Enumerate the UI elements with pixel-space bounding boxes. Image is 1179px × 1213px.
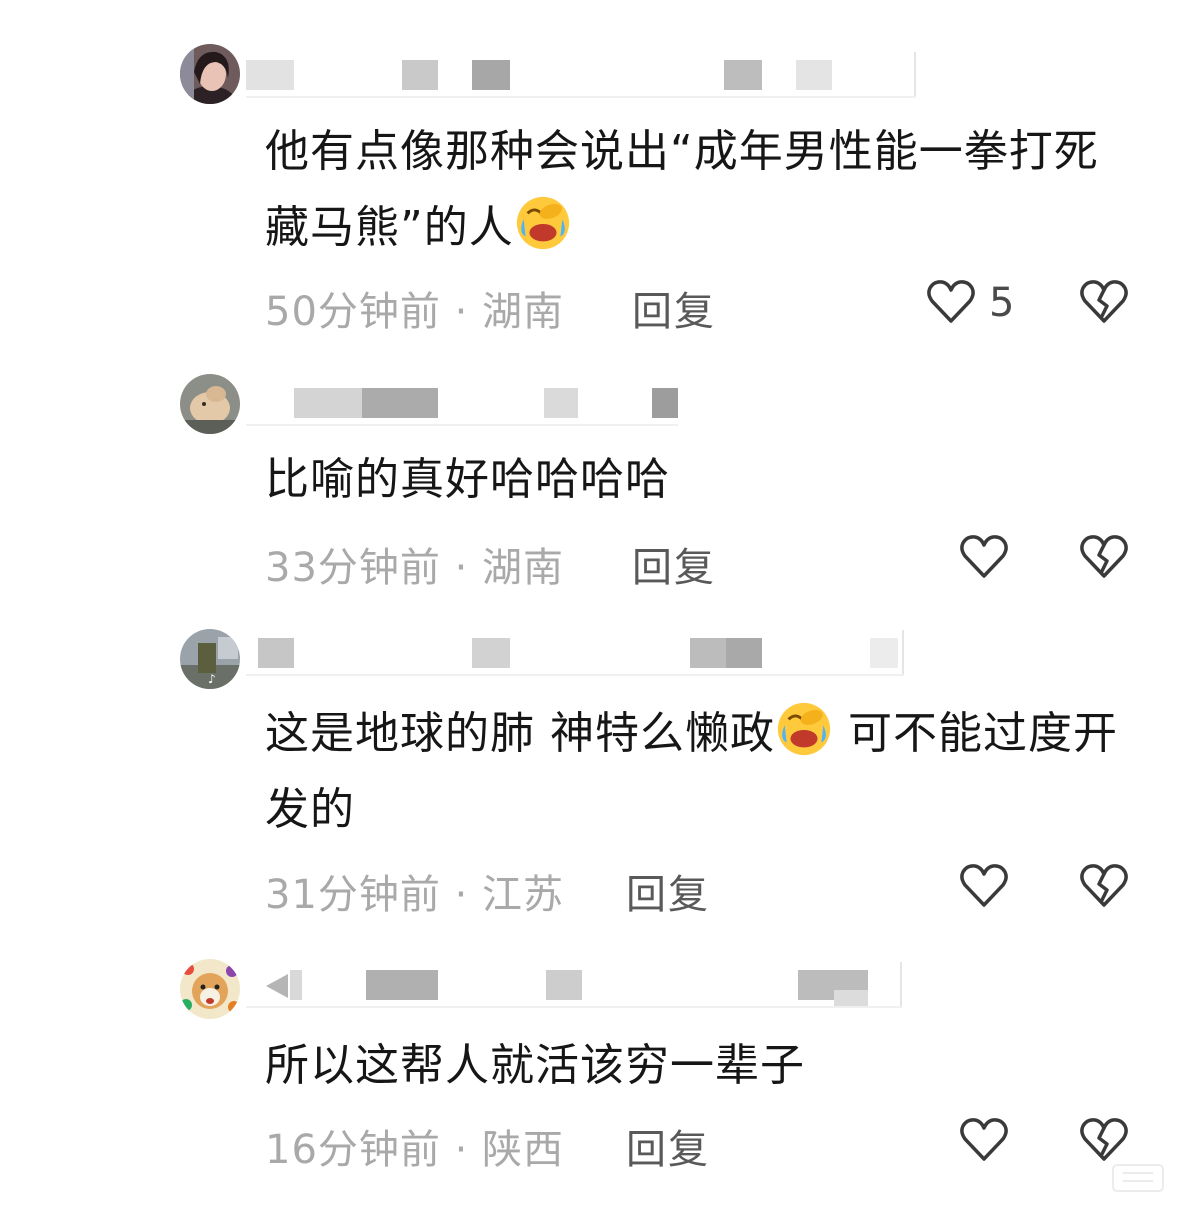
comment-time-location: 33分钟前 · 湖南 xyxy=(265,545,565,591)
comment-time-location: 50分钟前 · 湖南 xyxy=(265,289,565,335)
avatar[interactable] xyxy=(180,959,240,1019)
comment-text: 比喻的真好哈哈哈哈 xyxy=(265,454,670,505)
avatar[interactable]: ♪ xyxy=(180,629,240,689)
comment-time-location: 31分钟前 · 江苏 xyxy=(265,872,565,918)
avatar[interactable] xyxy=(180,374,240,434)
watermark-icon xyxy=(1112,1164,1164,1192)
svg-text:♪: ♪ xyxy=(208,672,216,686)
comment-text-content: 这是地球的肺 神特么懒政 xyxy=(265,708,775,759)
like-count: 5 xyxy=(989,280,1015,326)
username-redacted[interactable] xyxy=(246,630,904,676)
broken-heart-icon[interactable] xyxy=(1078,276,1130,328)
comment-text: 所以这帮人就活该穷一辈子 xyxy=(265,1040,805,1091)
heart-outline-icon[interactable] xyxy=(958,531,1010,583)
laughing-crying-emoji-icon xyxy=(777,702,831,756)
avatar[interactable] xyxy=(180,44,240,104)
heart-outline-icon[interactable] xyxy=(925,276,977,328)
heart-outline-icon[interactable] xyxy=(958,860,1010,912)
username-redacted[interactable] xyxy=(246,380,678,426)
broken-heart-icon[interactable] xyxy=(1078,860,1130,912)
username-redacted[interactable] xyxy=(246,52,916,98)
comment-time-location: 16分钟前 · 陕西 xyxy=(265,1127,565,1173)
reply-button[interactable]: 回复 xyxy=(632,535,716,593)
reply-button[interactable]: 回复 xyxy=(632,279,716,337)
heart-outline-icon[interactable] xyxy=(958,1114,1010,1166)
broken-heart-icon[interactable] xyxy=(1078,531,1130,583)
laughing-crying-emoji-icon xyxy=(516,196,569,250)
comment-text-content: 他有点像那种会说出“成年男性能一拳打死藏马熊”的人 xyxy=(265,126,1099,253)
comment-text: 这是地球的肺 神特么懒政 可不能过度开发的 xyxy=(265,696,1125,848)
comment-text: 他有点像那种会说出“成年男性能一拳打死藏马熊”的人 xyxy=(265,114,1125,266)
reply-button[interactable]: 回复 xyxy=(626,1117,710,1175)
username-redacted[interactable] xyxy=(246,962,902,1008)
reply-button[interactable]: 回复 xyxy=(626,862,710,920)
